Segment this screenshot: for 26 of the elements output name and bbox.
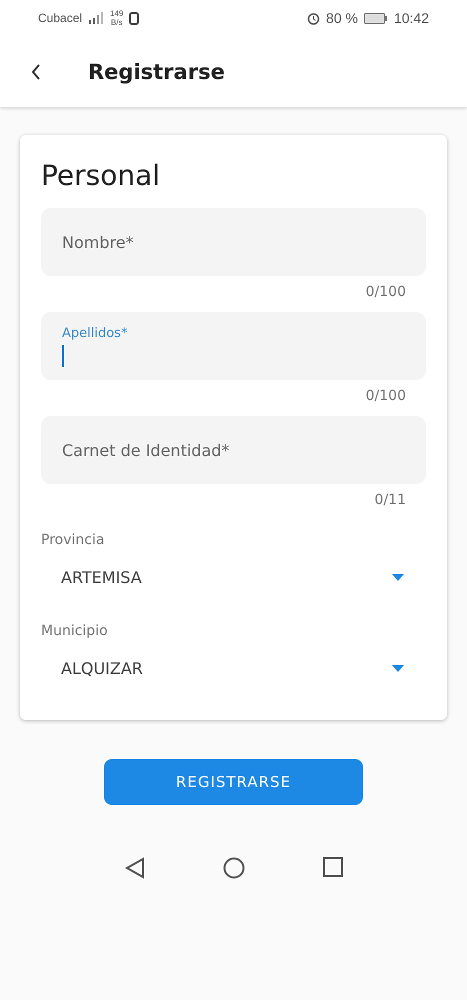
carrier-name: Cubacel xyxy=(38,11,82,25)
recents-nav-icon[interactable] xyxy=(322,857,342,877)
character-counter: 0/11 xyxy=(374,492,406,508)
dropdown-value[interactable]: ALQUIZAR xyxy=(61,659,143,678)
dropdown-arrow-icon[interactable] xyxy=(392,574,404,581)
battery-percent: 80 % xyxy=(326,10,358,26)
character-counter: 0/100 xyxy=(366,388,406,404)
alarm-icon xyxy=(307,12,320,24)
dropdown-arrow-icon[interactable] xyxy=(392,665,404,672)
register-button[interactable]: REGISTRARSE xyxy=(104,759,363,805)
character-counter: 0/100 xyxy=(366,284,406,300)
input-field[interactable]: Carnet de Identidad* xyxy=(41,416,426,484)
dropdown-label: Provincia xyxy=(41,532,104,548)
signal-icon xyxy=(88,12,104,24)
input-field[interactable]: Nombre* xyxy=(41,208,426,276)
clock-time: 10:42 xyxy=(394,10,429,26)
battery-icon xyxy=(364,12,388,24)
home-nav-icon[interactable] xyxy=(222,857,244,879)
back-nav-icon[interactable] xyxy=(124,857,144,879)
dropdown-label: Municipio xyxy=(41,623,108,639)
sim-card-icon xyxy=(129,12,140,24)
section-title: Personal xyxy=(41,159,162,192)
network-speed: 149 B/s xyxy=(110,9,124,27)
input-field[interactable]: Apellidos* xyxy=(41,312,426,380)
page-title: Registrarse xyxy=(88,60,225,84)
dropdown-value[interactable]: ARTEMISA xyxy=(61,568,142,587)
